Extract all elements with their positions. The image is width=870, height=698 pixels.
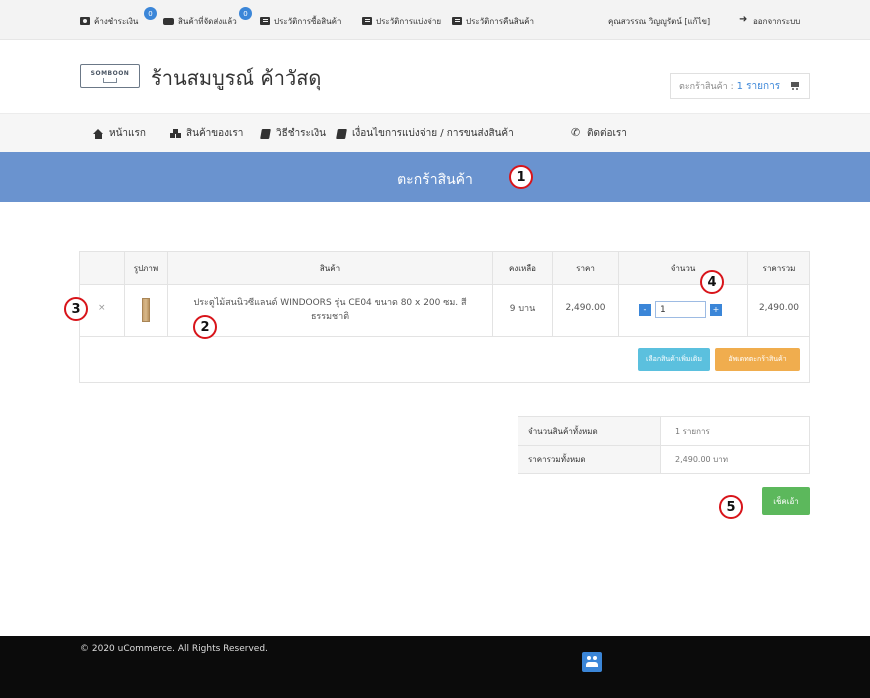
nav-item-payment[interactable]: วิธีชำระเงิน <box>260 126 326 141</box>
cart-count: 1 รายการ <box>736 80 781 92</box>
purchase-history-link[interactable]: ประวัติการซื้อสินค้า <box>260 14 341 28</box>
shipped-link[interactable]: สินค้าที่จัดส่งแล้ว 0 <box>163 7 252 28</box>
page-title: ตะกร้าสินค้า <box>397 172 473 188</box>
user-name: คุณสวรรณ วิญญูรัตน์ [แก้ไข] <box>608 16 711 26</box>
phone-icon <box>571 126 582 139</box>
qty-input[interactable] <box>655 301 706 318</box>
nav-item-label: ติดต่อเรา <box>587 128 627 139</box>
cart-label: ตะกร้าสินค้า : <box>679 82 734 92</box>
truck-icon <box>163 17 174 25</box>
nav-item-label: หน้าแรก <box>109 128 146 139</box>
update-cart-button[interactable]: อัพเดทตะกร้าสินค้า <box>715 348 800 371</box>
header-cart-button[interactable]: ตะกร้าสินค้า : 1 รายการ <box>670 73 810 99</box>
book-icon <box>260 129 271 139</box>
main-nav: หน้าแรก สินค้าของเรา วิธีชำระเงิน เงื่อน… <box>0 113 870 152</box>
nav-item-contact[interactable]: ติดต่อเรา <box>571 126 627 141</box>
installment-history-label: ประวัติการแบ่งจ่าย <box>376 16 441 26</box>
summary-total-value: 2,490.00 บาท <box>675 455 729 464</box>
pending-payment-label: ค้างชำระเงิน <box>94 16 139 26</box>
nav-item-terms[interactable]: เงื่อนไขการแบ่งจ่าย / การขนส่งสินค้า <box>336 126 514 141</box>
shipped-badge: 0 <box>239 7 252 20</box>
shipped-label: สินค้าที่จัดส่งแล้ว <box>178 16 237 26</box>
annotation-marker-5: 5 <box>719 495 743 519</box>
page-banner: ตะกร้าสินค้า <box>0 152 870 202</box>
product-thumbnail[interactable] <box>142 298 150 322</box>
qty-increase-button[interactable]: + <box>710 303 722 316</box>
annotation-marker-3: 3 <box>64 297 88 321</box>
footer-copyright: © 2020 uCommerce. All Rights Reserved. <box>80 644 268 654</box>
annotation-marker-2: 2 <box>193 315 217 339</box>
column-header-price: ราคา <box>576 263 595 273</box>
book-icon <box>336 129 347 139</box>
annotation-marker-1: 1 <box>509 165 533 189</box>
logout-label: ออกจากระบบ <box>753 16 801 26</box>
shopping-cart-icon <box>790 82 800 90</box>
list-icon <box>362 17 372 25</box>
return-history-label: ประวัติการคืนสินค้า <box>466 16 535 26</box>
list-icon <box>260 17 270 25</box>
product-stock: 9 บาน <box>509 304 536 314</box>
product-name-link[interactable]: ประตูไม้สนนิวซีแลนด์ WINDOORS รุ่น CE04 … <box>180 296 480 324</box>
users-icon[interactable] <box>582 652 602 672</box>
home-icon <box>93 128 104 139</box>
cubes-icon <box>170 129 181 139</box>
shop-name: ร้านสมบูรณ์ ค้าวัสดุ <box>151 66 322 90</box>
logout-link[interactable]: ออกจากระบบ <box>739 14 800 28</box>
top-bar: ค้างชำระเงิน 0 สินค้าที่จัดส่งแล้ว 0 ประ… <box>0 0 870 40</box>
column-header-product: สินค้า <box>319 263 341 273</box>
footer: © 2020 uCommerce. All Rights Reserved. <box>0 636 870 698</box>
list-icon <box>452 17 462 25</box>
nav-item-label: เงื่อนไขการแบ่งจ่าย / การขนส่งสินค้า <box>352 128 514 139</box>
qty-decrease-button[interactable]: - <box>639 303 651 316</box>
quantity-stepper: - + <box>639 301 722 318</box>
annotation-marker-4: 4 <box>700 270 724 294</box>
user-profile-link[interactable]: คุณสวรรณ วิญญูรัตน์ [แก้ไข] <box>608 14 710 28</box>
column-header-stock: คงเหลือ <box>509 263 536 273</box>
logo-mark <box>103 77 117 83</box>
summary-item-count-value: 1 รายการ <box>675 427 710 436</box>
nav-item-label: สินค้าของเรา <box>186 128 244 139</box>
nav-item-products[interactable]: สินค้าของเรา <box>170 126 243 141</box>
pending-payment-badge: 0 <box>144 7 157 20</box>
purchase-history-label: ประวัติการซื้อสินค้า <box>274 16 342 26</box>
nav-item-home[interactable]: หน้าแรก <box>93 126 146 141</box>
money-icon <box>80 17 90 25</box>
summary-total-label: ราคารวมทั้งหมด <box>518 446 660 473</box>
column-header-image: รูปภาพ <box>133 263 159 273</box>
product-price: 2,490.00 <box>565 303 606 313</box>
installment-history-link[interactable]: ประวัติการแบ่งจ่าย <box>362 14 441 28</box>
checkout-button[interactable]: เช็คเอ้า <box>762 487 810 515</box>
logo-text: SOMBOON <box>90 69 130 77</box>
continue-shopping-button[interactable]: เลือกสินค้าเพิ่มเติม <box>638 348 710 371</box>
pending-payment-link[interactable]: ค้างชำระเงิน 0 <box>80 7 157 28</box>
column-header-total: ราคารวม <box>762 263 796 273</box>
shop-logo[interactable]: SOMBOON <box>80 64 140 88</box>
return-history-link[interactable]: ประวัติการคืนสินค้า <box>452 14 534 28</box>
product-line-total: 2,490.00 <box>758 303 800 313</box>
remove-item-button[interactable]: × <box>98 303 106 313</box>
nav-item-label: วิธีชำระเงิน <box>276 128 326 139</box>
logout-icon <box>739 14 749 25</box>
summary-item-count-label: จำนวนสินค้าทั้งหมด <box>518 417 660 446</box>
column-header-qty: จำนวน <box>670 263 696 273</box>
